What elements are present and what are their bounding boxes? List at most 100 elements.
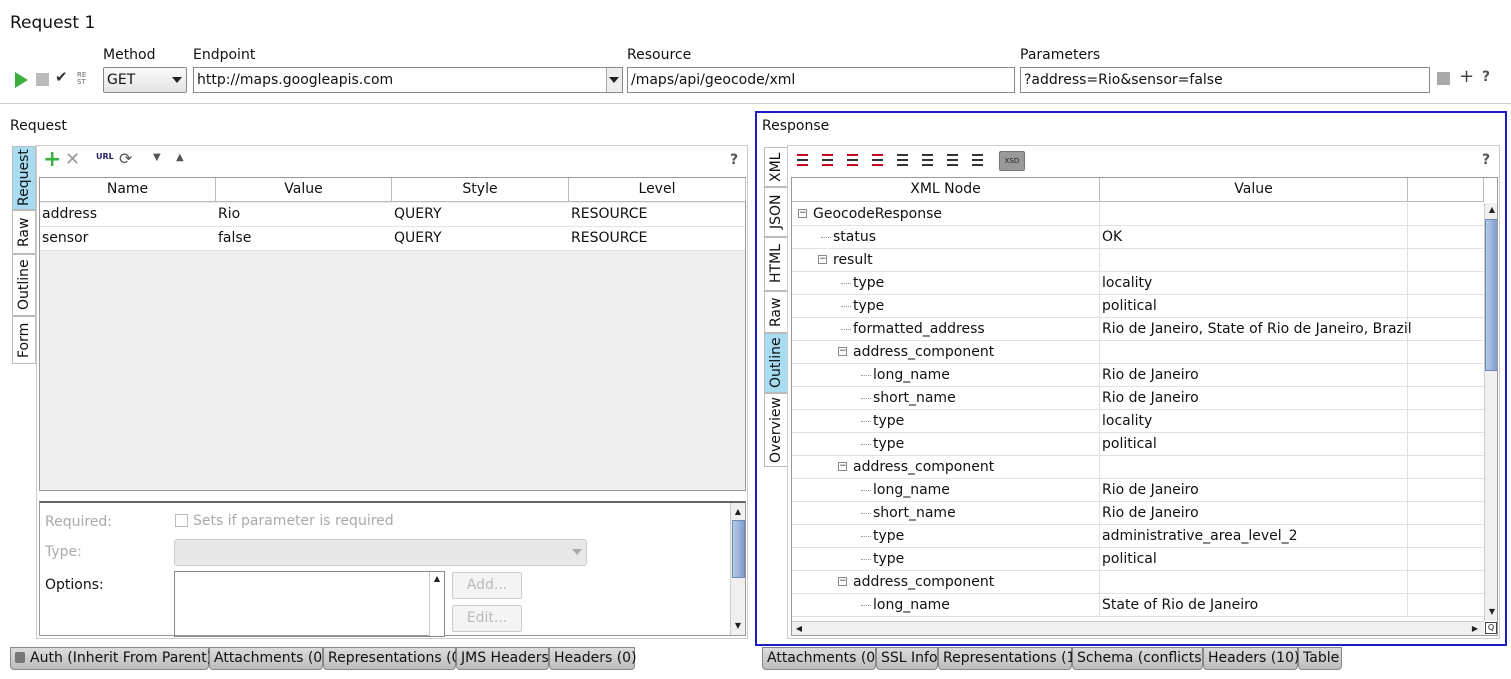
expand-toggle-icon[interactable]: − [838, 347, 847, 356]
tree-vertical-scrollbar[interactable]: ▲ ▼ [1484, 203, 1497, 621]
expand-toggle-icon[interactable]: − [838, 462, 847, 471]
tree-row[interactable]: − address_component [792, 341, 1484, 364]
bottom-tab[interactable]: Attachments (0) [209, 647, 328, 670]
tab-xml[interactable]: XML [764, 147, 788, 187]
scroll-right-icon[interactable]: ▶ [1468, 622, 1482, 635]
tab-outline[interactable]: Outline [12, 254, 36, 316]
required-checkbox[interactable] [175, 514, 188, 527]
copy-icon[interactable] [1437, 72, 1450, 85]
tree-row[interactable]: type administrative_area_level_2 [792, 525, 1484, 548]
tree-horizontal-scrollbar[interactable]: ◀ ▶ [792, 621, 1484, 635]
options-scrollbar[interactable]: ▲ [429, 572, 444, 636]
expand-toggle-icon[interactable]: − [838, 577, 847, 586]
help-icon[interactable]: ? [1482, 152, 1490, 168]
move-down-icon[interactable]: ▼ [153, 152, 161, 163]
help-icon[interactable]: ? [1482, 69, 1490, 85]
play-icon[interactable] [15, 72, 28, 88]
tree-row[interactable]: short_name Rio de Janeiro [792, 387, 1484, 410]
url-icon[interactable]: URL [96, 152, 114, 161]
expand-toggle-icon[interactable]: − [818, 255, 827, 264]
bottom-tab[interactable]: Auth (Inherit From Parent) [10, 647, 212, 670]
edit-option-button[interactable]: Edit... [452, 605, 522, 632]
table-row[interactable]: sensor false QUERY RESOURCE [40, 227, 745, 251]
bottom-tab[interactable]: Schema (conflicts) [1072, 647, 1207, 670]
scroll-up-icon[interactable]: ▲ [731, 505, 745, 519]
tree-row[interactable]: − GeocodeResponse [792, 203, 1484, 226]
column-header-extra[interactable] [1408, 178, 1484, 202]
endpoint-input[interactable]: http://maps.googleapis.com [193, 67, 623, 93]
bottom-tab[interactable]: Headers (10) [1203, 647, 1299, 670]
align-left-icon[interactable] [797, 154, 808, 166]
tree-row[interactable]: long_name Rio de Janeiro [792, 364, 1484, 387]
table-row[interactable]: address Rio QUERY RESOURCE [40, 203, 745, 227]
scroll-down-icon[interactable]: ▼ [731, 619, 745, 633]
tree-row[interactable]: formatted_address Rio de Janeiro, State o… [792, 318, 1484, 341]
tree-row[interactable]: long_name Rio de Janeiro [792, 479, 1484, 502]
tab-outline[interactable]: Outline [764, 333, 788, 393]
align-justify-icon[interactable] [872, 154, 883, 166]
bottom-tab[interactable]: Table [1298, 647, 1342, 670]
delete-param-icon[interactable]: ✕ [65, 149, 80, 170]
column-header-style[interactable]: Style [392, 178, 569, 202]
tab-json[interactable]: JSON [764, 187, 788, 237]
expand-toggle-icon[interactable]: − [798, 209, 807, 218]
help-icon[interactable]: ? [730, 152, 738, 168]
tree-row[interactable]: − result [792, 249, 1484, 272]
expand-icon[interactable] [897, 154, 908, 166]
align-center-icon[interactable] [847, 154, 858, 166]
tab-html[interactable]: HTML [764, 237, 788, 291]
tree-row[interactable]: − address_component [792, 571, 1484, 594]
form-scrollbar[interactable]: ▲ ▼ [730, 503, 745, 635]
tree-row[interactable]: type political [792, 295, 1484, 318]
check-icon[interactable]: ✔ [55, 68, 68, 86]
collapse-all-icon[interactable] [972, 154, 983, 166]
rest-icon[interactable]: RE ST [77, 72, 91, 86]
tab-form[interactable]: Form [12, 316, 36, 364]
bottom-tab[interactable]: JMS Headers [456, 647, 549, 670]
zoom-icon[interactable]: Q [1485, 622, 1497, 634]
tree-row[interactable]: type political [792, 433, 1484, 456]
bottom-tab[interactable]: Representations (0) [323, 647, 466, 670]
resource-input[interactable]: /maps/api/geocode/xml [627, 67, 1015, 93]
column-header-value[interactable]: Value [216, 178, 392, 202]
bottom-tab[interactable]: Headers (0) [549, 647, 637, 670]
tab-raw[interactable]: Raw [764, 291, 788, 333]
tree-row[interactable]: long_name State of Rio de Janeiro [792, 594, 1484, 617]
bottom-tab[interactable]: Representations (1) [938, 647, 1081, 670]
tree-row[interactable]: type political [792, 548, 1484, 571]
xsd-button[interactable]: XSD [999, 151, 1025, 171]
tree-row[interactable]: type locality [792, 272, 1484, 295]
plus-icon[interactable]: + [1459, 66, 1474, 87]
scroll-thumb[interactable] [732, 520, 745, 578]
scroll-left-icon[interactable]: ◀ [792, 622, 806, 635]
column-header-name[interactable]: Name [40, 178, 216, 202]
options-list[interactable]: ▲ [174, 571, 445, 637]
tree-row[interactable]: status OK [792, 226, 1484, 249]
tab-raw[interactable]: Raw [12, 210, 36, 254]
column-header-xml-node[interactable]: XML Node [792, 178, 1100, 202]
tree-row[interactable]: − address_component [792, 456, 1484, 479]
expand-all-icon[interactable] [947, 154, 958, 166]
method-select[interactable]: GET [103, 67, 187, 93]
type-select[interactable] [174, 539, 587, 566]
move-up-icon[interactable]: ▲ [176, 152, 184, 163]
scroll-thumb[interactable] [1485, 219, 1497, 371]
tree-row[interactable]: type locality [792, 410, 1484, 433]
refresh-icon[interactable]: ⟳ [119, 149, 132, 168]
collapse-icon[interactable] [922, 154, 933, 166]
parameters-input[interactable]: ?address=Rio&sensor=false [1020, 67, 1430, 93]
add-option-button[interactable]: Add... [452, 572, 522, 599]
column-header-value[interactable]: Value [1100, 178, 1408, 202]
tab-request[interactable]: Request [12, 146, 36, 210]
align-right-icon[interactable] [822, 154, 833, 166]
add-param-icon[interactable]: + [43, 147, 61, 172]
scroll-down-icon[interactable]: ▼ [1485, 605, 1497, 619]
endpoint-dropdown[interactable] [606, 68, 622, 92]
tab-overview[interactable]: Overview [764, 393, 788, 467]
bottom-tab[interactable]: Attachments (0) [762, 647, 881, 670]
column-header-level[interactable]: Level [569, 178, 746, 202]
bottom-tab[interactable]: SSL Info [876, 647, 938, 670]
scroll-up-icon[interactable]: ▲ [1485, 203, 1497, 217]
stop-icon[interactable] [36, 73, 49, 86]
scroll-up-icon[interactable]: ▲ [430, 572, 444, 586]
